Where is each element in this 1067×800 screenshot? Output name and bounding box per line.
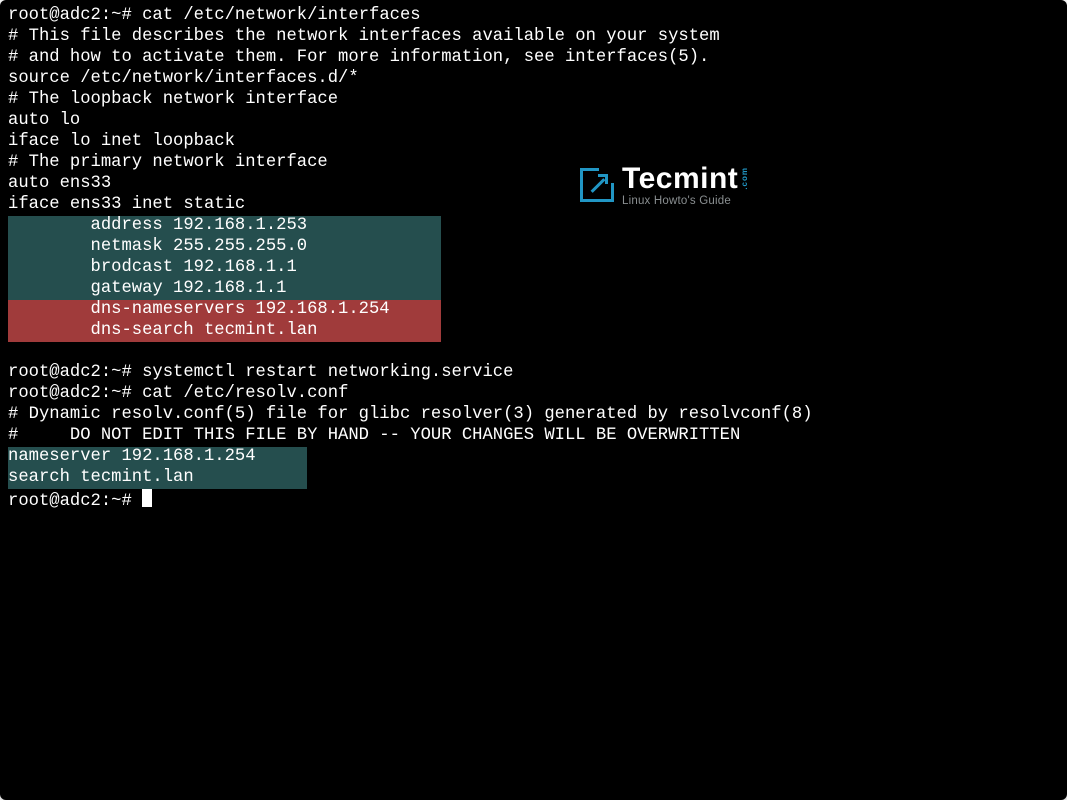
output-line: # The loopback network interface	[8, 90, 1059, 111]
output-line: # and how to activate them. For more inf…	[8, 48, 1059, 69]
output-line: # The primary network interface	[8, 153, 1059, 174]
logo-domain-text: .com	[741, 167, 749, 190]
logo-mark-icon	[580, 168, 614, 202]
highlighted-resolv-line: nameserver 192.168.1.254	[8, 447, 307, 468]
logo-subtitle: Linux Howto's Guide	[622, 196, 749, 208]
highlighted-dns-line: dns-search tecmint.lan	[8, 321, 441, 342]
output-line: auto lo	[8, 111, 1059, 132]
command-text: systemctl restart networking.service	[142, 363, 513, 382]
terminal-window[interactable]: root@adc2:~# cat /etc/network/interfaces…	[0, 0, 1067, 800]
highlighted-config-line: brodcast 192.168.1.1	[8, 258, 441, 279]
terminal-line: root@adc2:~# cat /etc/resolv.conf	[8, 384, 1059, 405]
highlighted-config-line: address 192.168.1.253	[8, 216, 441, 237]
tecmint-logo: Tecmint .com Linux Howto's Guide	[580, 164, 749, 208]
cursor	[142, 489, 152, 507]
output-line: # DO NOT EDIT THIS FILE BY HAND -- YOUR …	[8, 426, 1059, 447]
blank-line	[8, 342, 1059, 363]
highlighted-dns-line: dns-nameservers 192.168.1.254	[8, 300, 441, 321]
shell-prompt: root@adc2:~#	[8, 363, 142, 382]
shell-prompt: root@adc2:~#	[8, 384, 142, 403]
command-text: cat /etc/network/interfaces	[142, 6, 420, 25]
highlighted-config-line: netmask 255.255.255.0	[8, 237, 441, 258]
output-line: # Dynamic resolv.conf(5) file for glibc …	[8, 405, 1059, 426]
output-line: source /etc/network/interfaces.d/*	[8, 69, 1059, 90]
highlighted-resolv-line: search tecmint.lan	[8, 468, 307, 489]
terminal-line: root@adc2:~# systemctl restart networkin…	[8, 363, 1059, 384]
highlighted-config-line: gateway 192.168.1.1	[8, 279, 441, 300]
terminal-line: root@adc2:~# cat /etc/network/interfaces	[8, 6, 1059, 27]
output-line: iface lo inet loopback	[8, 132, 1059, 153]
logo-brand-text: Tecmint	[622, 164, 738, 194]
output-line: iface ens33 inet static	[8, 195, 1059, 216]
shell-prompt: root@adc2:~#	[8, 492, 142, 511]
terminal-line: root@adc2:~#	[8, 489, 1059, 513]
output-line: # This file describes the network interf…	[8, 27, 1059, 48]
command-text: cat /etc/resolv.conf	[142, 384, 348, 403]
output-line: auto ens33	[8, 174, 1059, 195]
shell-prompt: root@adc2:~#	[8, 6, 142, 25]
